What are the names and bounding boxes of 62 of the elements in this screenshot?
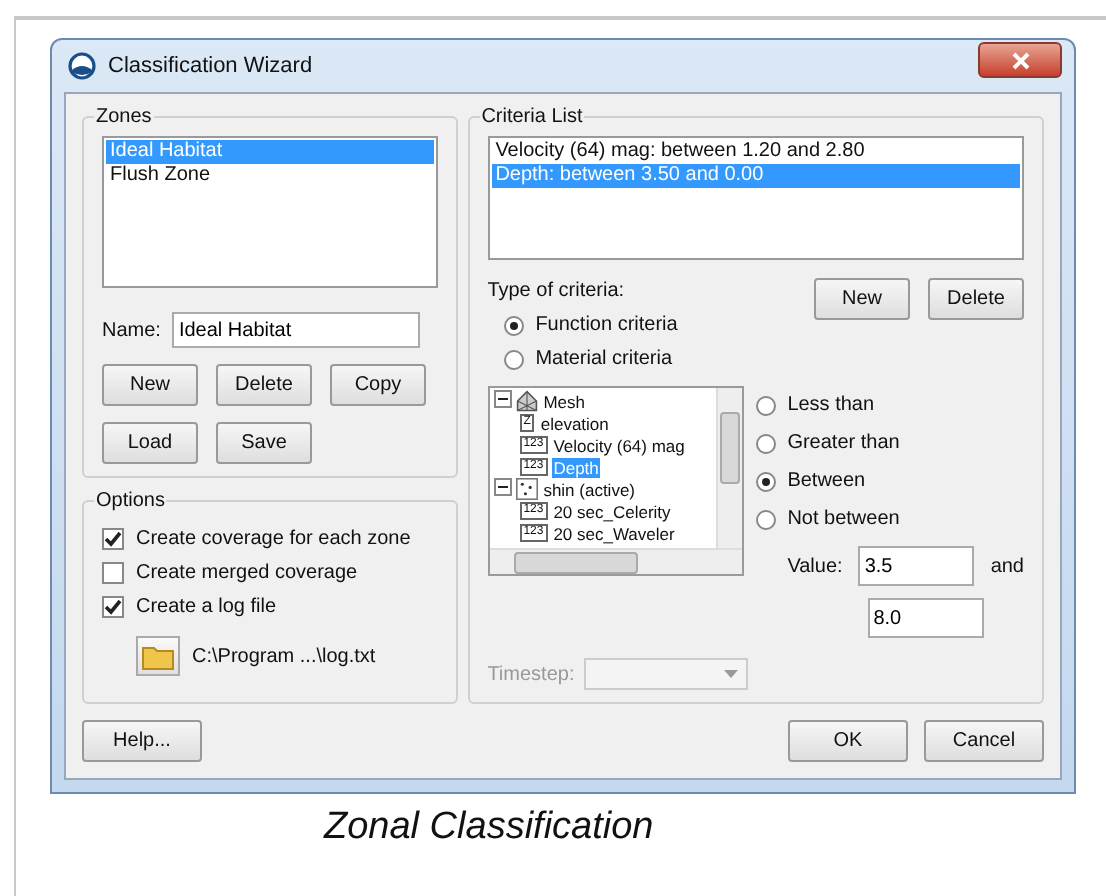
- timestep-label: Timestep:: [487, 663, 575, 685]
- radio-label: Greater than: [787, 432, 900, 454]
- radio-button[interactable]: [755, 433, 776, 453]
- radio-button[interactable]: [755, 509, 776, 529]
- window-title: Classification Wizard: [108, 54, 313, 78]
- radio-label: Not between: [787, 508, 900, 530]
- radio-button[interactable]: [503, 315, 524, 335]
- mesh-icon: [515, 390, 538, 412]
- zone-button[interactable]: Save: [216, 422, 312, 464]
- criteria-button[interactable]: Delete: [928, 278, 1024, 320]
- type-label: Type of criteria:: [487, 280, 627, 302]
- radio-button[interactable]: [755, 395, 776, 415]
- radio-label: Function criteria: [535, 314, 678, 336]
- and-label: and: [990, 555, 1024, 577]
- value-field[interactable]: 8.0: [867, 598, 984, 638]
- criteria-item[interactable]: Velocity (64) mag: between 1.20 and 2.80: [491, 140, 1020, 164]
- checkbox-label: Create a log file: [136, 596, 277, 618]
- name-label: Name:: [102, 319, 161, 341]
- close-button[interactable]: [978, 42, 1062, 78]
- tree-item[interactable]: Mesh: [541, 391, 587, 411]
- close-icon: [1011, 51, 1029, 69]
- tree-item[interactable]: elevation: [538, 413, 611, 433]
- horizontal-scrollbar[interactable]: [489, 548, 742, 574]
- collapse-icon[interactable]: [493, 390, 512, 412]
- group-title: Criteria List: [479, 106, 585, 128]
- vertical-scrollbar[interactable]: [715, 388, 742, 548]
- dialog-button[interactable]: Cancel: [924, 720, 1044, 762]
- radio-button[interactable]: [503, 349, 524, 369]
- checkbox-label: Create coverage for each zone: [136, 528, 411, 550]
- value-label: Value:: [787, 555, 843, 577]
- help-button[interactable]: Help...: [82, 720, 202, 762]
- zone-button[interactable]: Load: [102, 422, 198, 464]
- radio-button[interactable]: [755, 471, 776, 491]
- zone-item[interactable]: Flush Zone: [106, 164, 434, 188]
- zone-button[interactable]: Delete: [216, 364, 312, 406]
- checkbox[interactable]: [102, 596, 124, 618]
- radio-label: Between: [787, 470, 866, 492]
- figure-caption: Zonal Classification: [324, 806, 656, 850]
- tree-item[interactable]: 20 sec_Waveler: [551, 523, 677, 543]
- folder-icon: [142, 643, 174, 669]
- dropdown-arrow-icon: [724, 670, 739, 678]
- folder-button[interactable]: [136, 636, 180, 676]
- zone-button[interactable]: New: [102, 364, 198, 406]
- checkbox[interactable]: [102, 528, 124, 550]
- tree-item[interactable]: Velocity (64) mag: [551, 435, 687, 455]
- checkbox-label: Create merged coverage: [136, 562, 358, 584]
- app-icon: [68, 52, 96, 80]
- zone-button[interactable]: Copy: [330, 364, 426, 406]
- collapse-icon[interactable]: [493, 478, 512, 500]
- tree-item[interactable]: 20 sec_Celerity: [551, 501, 673, 521]
- checkbox[interactable]: [102, 562, 124, 584]
- group-title: Options: [94, 490, 167, 512]
- log-path: C:\Program ...\log.txt: [192, 645, 376, 667]
- dialog-button[interactable]: OK: [788, 720, 908, 762]
- criteria-button[interactable]: New: [814, 278, 910, 320]
- name-field[interactable]: Ideal Habitat: [172, 312, 421, 348]
- tree-item[interactable]: shin (active): [541, 479, 638, 499]
- scatter-icon: [515, 478, 538, 500]
- group-title: Zones: [94, 106, 154, 128]
- radio-label: Less than: [787, 394, 875, 416]
- radio-label: Material criteria: [535, 348, 673, 370]
- value-field[interactable]: 3.5: [858, 546, 975, 586]
